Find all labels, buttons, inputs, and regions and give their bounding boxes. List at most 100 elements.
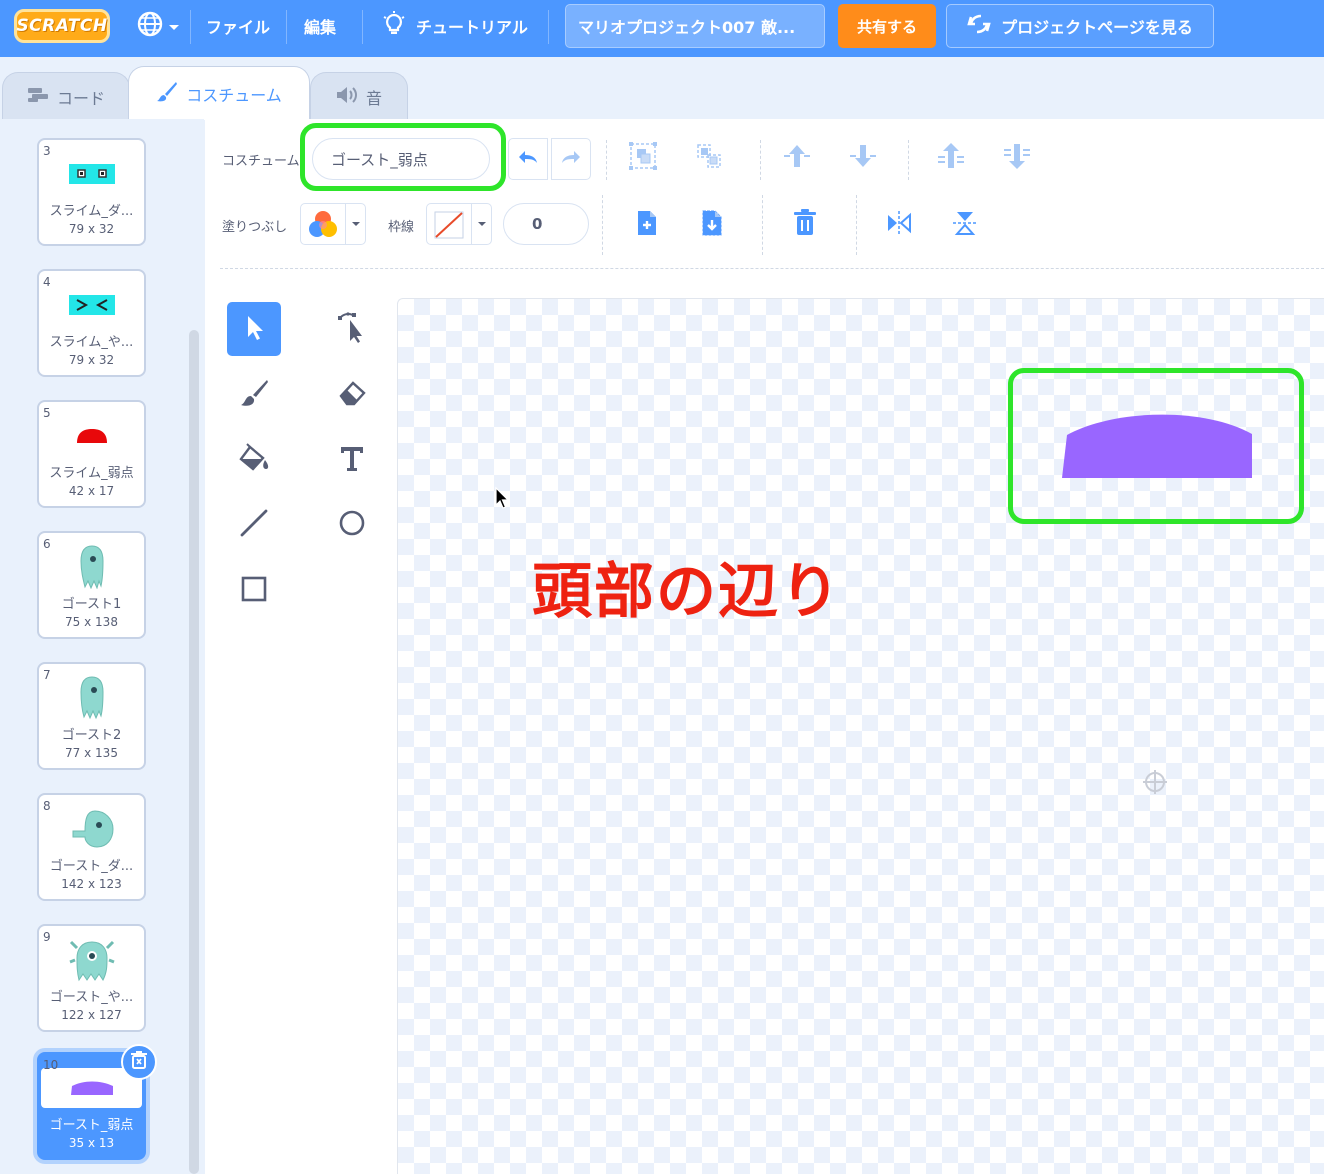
project-title-input[interactable]: マリオプロジェクト007 敵... <box>565 4 825 48</box>
group-button[interactable] <box>626 141 660 175</box>
redo-button[interactable] <box>551 138 591 180</box>
costume-name: スライム_ダ... <box>49 204 134 219</box>
fill-label: 塗りつぶし <box>222 220 288 235</box>
redo-icon <box>560 149 582 169</box>
brush-icon <box>239 378 269 412</box>
share-button[interactable]: 共有する <box>838 4 936 48</box>
costume-size: 79 x 32 <box>68 222 115 236</box>
tutorials-menu[interactable]: チュートリアル <box>382 0 528 52</box>
costume-name-highlight <box>300 123 506 191</box>
line-icon <box>239 508 269 542</box>
trash-icon <box>793 209 817 241</box>
arrow-pointer-icon <box>243 313 265 345</box>
costume-thumbnail <box>39 414 144 458</box>
chevron-down-icon <box>345 204 365 244</box>
paintbrush-icon <box>156 81 178 107</box>
costume-number: 10 <box>43 1058 59 1072</box>
globe-icon <box>136 10 164 42</box>
text-tool[interactable] <box>325 433 379 487</box>
arrow-down-icon <box>848 143 878 173</box>
costume-thumbnail <box>39 545 144 589</box>
fill-color-dropdown[interactable] <box>300 203 366 245</box>
costume-item[interactable]: 4 スライム_や... 79 x 32 <box>37 269 146 377</box>
flip-horizontal-icon <box>884 210 914 240</box>
line-tool[interactable] <box>227 498 281 552</box>
costume-name: ゴースト_弱点 <box>49 1118 134 1133</box>
file-menu[interactable]: ファイル <box>206 0 270 52</box>
costume-item[interactable]: 6 ゴースト1 75 x 138 <box>37 531 146 639</box>
see-project-page-button[interactable]: プロジェクトページを見る <box>946 4 1214 48</box>
costume-name: スライム_や... <box>49 335 134 350</box>
costume-name: ゴースト2 <box>61 728 122 743</box>
costume-name: スライム_弱点 <box>49 466 134 481</box>
tab-costumes-label: コスチューム <box>186 85 282 105</box>
forward-button[interactable] <box>780 141 814 175</box>
costume-name: ゴースト_ダ... <box>49 859 134 874</box>
see-project-icon <box>967 13 991 39</box>
backward-button[interactable] <box>846 141 880 175</box>
send-to-back-icon <box>1002 142 1032 174</box>
trash-icon <box>131 1051 147 1073</box>
costume-item[interactable]: 5 スライム_弱点 42 x 17 <box>37 400 146 508</box>
undo-button[interactable] <box>508 138 548 180</box>
flip-vertical-button[interactable] <box>948 208 982 242</box>
costume-thumbnail <box>39 938 144 982</box>
costume-item[interactable]: 8 ゴースト_ダ... 142 x 123 <box>37 793 146 901</box>
see-project-label: プロジェクトページを見る <box>1001 18 1193 37</box>
select-tool[interactable] <box>227 302 281 356</box>
costume-thumbnail <box>39 152 144 196</box>
group-icon <box>628 141 658 175</box>
scratch-logo[interactable]: SCRATCH <box>14 9 110 43</box>
fill-color-swatch-icon <box>307 209 339 243</box>
outline-label: 枠線 <box>388 220 415 235</box>
mouse-cursor-icon <box>494 486 510 514</box>
tab-sounds-label: 音 <box>365 88 382 108</box>
arrow-up-icon <box>782 143 812 173</box>
copy-icon <box>635 209 659 241</box>
costume-list-scrollbar-thumb[interactable] <box>189 330 199 1174</box>
costume-size: 75 x 138 <box>65 615 118 629</box>
eraser-tool[interactable] <box>325 368 379 422</box>
speaker-icon <box>336 86 358 108</box>
lightbulb-icon <box>382 11 406 41</box>
tab-code-label: コード <box>56 88 105 108</box>
costume-size: 122 x 127 <box>61 1008 122 1022</box>
back-button[interactable] <box>1000 141 1034 175</box>
language-menu[interactable] <box>136 0 180 52</box>
copy-button[interactable] <box>630 208 664 242</box>
reshape-icon <box>337 311 367 347</box>
brush-tool[interactable] <box>227 368 281 422</box>
delete-costume-button[interactable] <box>121 1044 157 1080</box>
costume-item[interactable]: 7 ゴースト2 77 x 135 <box>37 662 146 770</box>
tab-costumes[interactable]: コスチューム <box>128 66 310 120</box>
rectangle-tool[interactable] <box>227 564 281 618</box>
reshape-tool[interactable] <box>325 302 379 356</box>
shape-highlight <box>1008 368 1304 524</box>
delete-button[interactable] <box>788 208 822 242</box>
rotation-center-icon[interactable] <box>1142 769 1168 799</box>
costume-item[interactable]: 9 ゴースト_や... 122 x 127 <box>37 924 146 1032</box>
ungroup-button[interactable] <box>692 141 726 175</box>
flip-horizontal-button[interactable] <box>882 208 916 242</box>
tutorials-label: チュートリアル <box>416 18 528 37</box>
costume-thumbnail <box>39 283 144 327</box>
circle-tool[interactable] <box>325 498 379 552</box>
front-button[interactable] <box>934 141 968 175</box>
costume-name: ゴースト_や... <box>49 990 134 1005</box>
outline-width-input[interactable] <box>503 203 589 245</box>
costume-size: 79 x 32 <box>68 353 115 367</box>
costume-size: 77 x 135 <box>65 746 118 760</box>
text-t-icon <box>338 444 366 476</box>
ungroup-icon <box>694 141 724 175</box>
paste-button[interactable] <box>695 208 729 242</box>
fill-tool[interactable] <box>227 433 281 487</box>
edit-menu[interactable]: 編集 <box>304 0 336 52</box>
costume-item[interactable]: 3 スライム_ダ... 79 x 32 <box>37 138 146 246</box>
outline-color-dropdown[interactable] <box>426 203 492 245</box>
costume-thumbnail <box>39 676 144 720</box>
undo-icon <box>517 149 539 169</box>
annotation-text: 頭部の辺り <box>532 557 842 627</box>
paste-icon <box>700 209 724 241</box>
tab-sounds[interactable]: 音 <box>310 72 408 120</box>
tab-code[interactable]: コード <box>2 72 130 120</box>
